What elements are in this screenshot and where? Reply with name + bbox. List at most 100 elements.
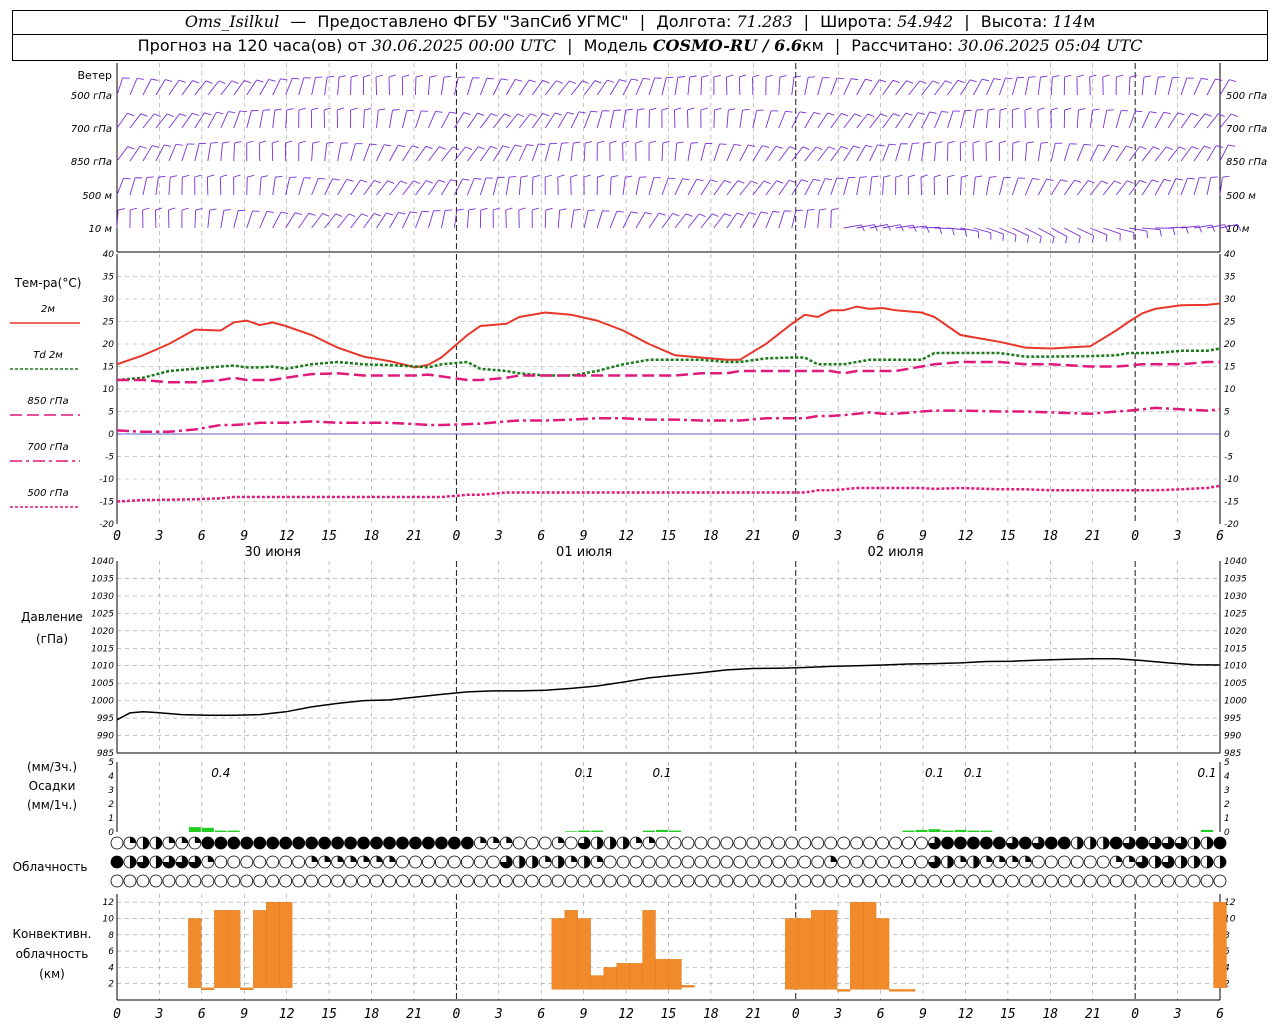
wind-barb-feather	[532, 207, 539, 211]
cloud-octa-symbol	[175, 874, 189, 888]
wind-barb-feather	[851, 78, 859, 81]
wind-barb-staff	[557, 143, 562, 162]
conv-axis-tick-label: 15	[321, 1007, 337, 1022]
wind-barb-feather	[266, 211, 274, 213]
wind-barb-staff	[427, 77, 431, 96]
precip-title: Осадки	[29, 779, 76, 793]
wind-barb-feather	[1163, 111, 1171, 115]
wind-barb-feather	[1139, 146, 1147, 150]
wind-barb-feather	[412, 145, 419, 149]
wind-barb-staff	[648, 212, 660, 229]
wind-barb-staff	[570, 111, 580, 129]
cloud-octa-symbol	[928, 874, 941, 888]
wind-barb-staff	[129, 78, 138, 96]
wind-barb-feather	[594, 80, 602, 84]
wind-barb-staff	[622, 110, 627, 129]
cloud-octa-fill	[1136, 837, 1149, 849]
wind-barb-feather	[801, 179, 809, 183]
temp-axis-tick-label: 12	[958, 529, 974, 544]
wind-barb-feather	[1127, 180, 1134, 184]
precip-total-label: 0.1	[575, 766, 594, 780]
wind-barb-staff	[518, 79, 530, 96]
wind-barb-staff	[726, 110, 729, 129]
wind-barb-feather	[1037, 107, 1045, 111]
wind-barb-feather	[1114, 180, 1122, 185]
cloud-octa-symbol	[655, 874, 669, 888]
wind-barb-staff	[998, 109, 1001, 129]
cloud-octa-symbol	[447, 874, 461, 888]
cloud-octa-symbol	[707, 836, 721, 850]
cloud-octa-symbol	[525, 836, 539, 850]
wind-barb-feather	[1135, 110, 1143, 113]
wind-barb-staff	[466, 178, 475, 196]
convective-bar	[227, 910, 241, 988]
cloud-octa-fill	[493, 837, 500, 843]
press-ytick-right: 1025	[1224, 609, 1247, 619]
cloud-octa-symbol	[915, 855, 928, 869]
wind-barb-staff	[246, 110, 252, 129]
wind-barb-staff	[856, 177, 861, 196]
wind-barb-staff	[259, 211, 268, 229]
cloud-octa-symbol	[201, 874, 215, 888]
wind-barb-feather	[449, 111, 457, 114]
wind-barb-feather	[607, 79, 615, 83]
cloud-octa-fill	[1045, 837, 1058, 849]
cloud-octa-symbol	[694, 874, 708, 888]
wind-barb-feather	[1083, 143, 1091, 146]
temp-axis-tick-label: 18	[1042, 529, 1058, 544]
wind-barb-staff	[700, 179, 712, 196]
wind-barb-feather	[1166, 146, 1173, 151]
wind-barb-feather	[947, 140, 955, 144]
wind-barb-staff	[311, 178, 319, 196]
wind-barb-feather	[772, 210, 780, 213]
wind-barb-feather	[877, 144, 885, 147]
wind-barb-staff	[687, 213, 700, 229]
cloud-octa-symbol	[227, 874, 241, 888]
precip-bar	[902, 830, 915, 832]
precip-bar	[591, 830, 604, 832]
wind-barb-staff	[272, 177, 276, 196]
temp-ytick-left: -20	[99, 520, 114, 530]
wind-barb-feather	[468, 208, 476, 211]
wind-barb-staff	[700, 76, 703, 96]
wind-barb-feather	[1230, 113, 1238, 117]
precip-bar	[201, 827, 214, 832]
wind-barb-feather	[1046, 178, 1054, 181]
wind-barb-feather	[728, 108, 736, 111]
conv-axis-tick-label: 18	[703, 1007, 719, 1022]
wind-barb-feather	[166, 113, 174, 117]
wind-barb-staff	[869, 79, 880, 96]
wind-barb-staff	[415, 110, 422, 129]
conv-ytick-left: 6	[108, 947, 114, 957]
wind-barb-feather	[750, 180, 758, 185]
wind-barb-feather	[1191, 112, 1199, 117]
wind-barb-staff	[1128, 76, 1131, 96]
cloud-octa-symbol	[798, 874, 812, 888]
wind-barb-feather	[908, 174, 916, 178]
wind-barb-feather	[920, 174, 928, 178]
cloud-octa-symbol	[486, 855, 500, 869]
cloud-octa-symbol	[811, 836, 825, 850]
temp-axis-tick-label: 3	[1173, 529, 1182, 544]
wind-barb-feather	[400, 180, 408, 185]
wind-barb-staff	[1193, 113, 1206, 129]
cloud-octa-fill	[1025, 856, 1032, 862]
wind-barb-staff	[973, 110, 977, 129]
cloud-octa-symbol	[447, 855, 461, 869]
wind-barb-staff	[908, 80, 921, 96]
cloud-octa-symbol	[292, 874, 306, 888]
precip-bar	[227, 830, 240, 832]
wind-barb-feather	[1228, 144, 1236, 147]
temp-axis-tick-label: 6	[537, 529, 545, 544]
wind-barb-staff	[972, 177, 976, 196]
wind-barb-feather	[364, 108, 372, 111]
wind-barb-feather	[682, 178, 690, 181]
wind-barb-feather	[369, 143, 377, 146]
wind-barb-feather	[871, 175, 879, 178]
precip-ytick-left: 0	[108, 828, 114, 838]
wind-barb-feather	[361, 213, 369, 217]
wind-barb-staff	[363, 109, 365, 129]
cloud-octa-symbol	[668, 855, 682, 869]
wind-barb-feather	[502, 145, 510, 149]
cloud-octa-symbol	[967, 874, 980, 888]
